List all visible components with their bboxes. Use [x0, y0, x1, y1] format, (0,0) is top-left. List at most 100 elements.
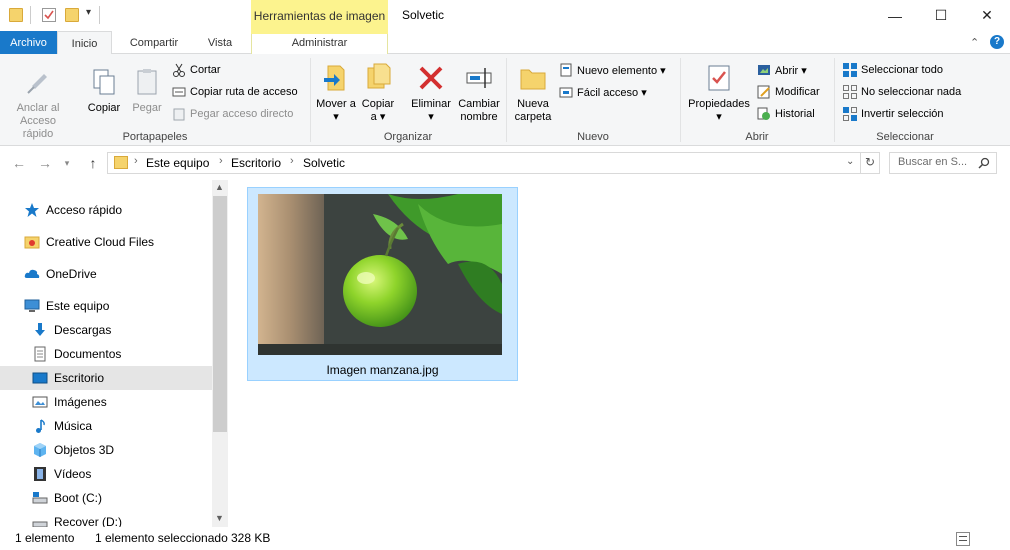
group-separator: [506, 58, 507, 142]
nav-item-objetos-3d[interactable]: Objetos 3D: [0, 438, 212, 462]
back-arrow-icon[interactable]: ←: [10, 154, 28, 172]
nav-item-label: Este equipo: [46, 299, 110, 313]
help-icon[interactable]: ?: [990, 35, 1004, 49]
address-dropdown-icon[interactable]: ⌄: [846, 156, 854, 167]
image-thumbnail[interactable]: [258, 194, 502, 355]
paste-shortcut-label: Pegar acceso directo: [190, 108, 294, 120]
minimize-button[interactable]: —: [872, 0, 918, 31]
group-separator: [310, 58, 311, 142]
properties-icon[interactable]: [42, 8, 56, 22]
search-icon[interactable]: [978, 157, 990, 169]
nav-item-onedrive[interactable]: OneDrive: [0, 262, 212, 286]
open-label: Abrir ▾: [775, 64, 807, 77]
tab-compartir[interactable]: Compartir: [112, 31, 196, 54]
copy-to-button[interactable]: Copiar a ▾: [358, 62, 398, 124]
collapse-ribbon-icon[interactable]: ⌃: [970, 36, 979, 49]
select-all-button[interactable]: Seleccionar todo: [843, 61, 943, 79]
nav-item-boot-c[interactable]: Boot (C:): [0, 486, 212, 510]
new-folder-button[interactable]: Nueva carpeta: [512, 62, 554, 124]
select-none-label: No seleccionar nada: [861, 86, 962, 98]
desktop-icon: [32, 370, 48, 386]
recent-locations-icon[interactable]: ▾: [58, 154, 76, 172]
copy-to-icon: [362, 62, 394, 94]
pin-quick-access-button[interactable]: Anclar al Acceso rápido: [6, 66, 70, 141]
nav-item-imagenes[interactable]: Imágenes: [0, 390, 212, 414]
invert-selection-button[interactable]: Invertir selección: [843, 105, 944, 123]
new-item-button[interactable]: Nuevo elemento ▾: [559, 61, 666, 79]
tab-archivo[interactable]: Archivo: [0, 31, 57, 54]
scroll-thumb[interactable]: [213, 196, 227, 432]
nav-item-descargas[interactable]: Descargas: [0, 318, 212, 342]
refresh-icon[interactable]: ↻: [865, 155, 875, 169]
new-item-label: Nuevo elemento ▾: [577, 64, 666, 77]
details-view-button[interactable]: [956, 532, 970, 546]
open-icon: [757, 63, 771, 77]
address-bar[interactable]: › Este equipo › Escritorio › Solvetic ⌄ …: [107, 152, 880, 174]
maximize-icon: ☐: [934, 7, 948, 23]
download-arrow-icon: [32, 322, 48, 338]
nav-item-videos[interactable]: Vídeos: [0, 462, 212, 486]
nav-item-label: OneDrive: [46, 267, 97, 281]
nav-item-label: Imágenes: [54, 395, 107, 409]
delete-label: Eliminar ▾: [411, 98, 451, 123]
move-to-label: Mover a ▾: [316, 98, 356, 123]
nav-item-musica[interactable]: Música: [0, 414, 212, 438]
properties-button[interactable]: Propiedades ▾: [684, 62, 754, 124]
new-folder-icon[interactable]: [65, 8, 79, 22]
rename-label: Cambiar nombre: [458, 98, 500, 123]
delete-button[interactable]: Eliminar ▾: [408, 62, 454, 124]
history-button[interactable]: Historial: [757, 105, 815, 123]
move-to-button[interactable]: Mover a ▾: [316, 62, 356, 124]
nav-item-documentos[interactable]: Documentos: [0, 342, 212, 366]
new-item-icon: [559, 63, 573, 77]
breadcrumb-solvetic[interactable]: Solvetic: [303, 156, 345, 170]
rename-button[interactable]: Cambiar nombre: [456, 62, 502, 124]
breadcrumb-separator: ›: [290, 155, 294, 167]
select-all-icon: [843, 63, 857, 77]
breadcrumb-separator: ›: [219, 155, 223, 167]
up-arrow-icon[interactable]: ↑: [84, 154, 102, 172]
nav-item-label: Recover (D:): [54, 515, 123, 527]
nav-item-recover-d[interactable]: Recover (D:): [0, 510, 212, 527]
copy-path-label: Copiar ruta de acceso: [190, 86, 298, 98]
copy-path-button[interactable]: Copiar ruta de acceso: [172, 83, 298, 101]
forward-arrow-icon[interactable]: →: [36, 154, 54, 172]
open-button[interactable]: Abrir ▾: [757, 61, 807, 79]
nav-item-label: Música: [54, 419, 93, 433]
group-label-nuevo: Nuevo: [577, 131, 609, 143]
nav-item-creative-cloud[interactable]: Creative Cloud Files: [0, 230, 212, 254]
nav-item-este-equipo[interactable]: Este equipo: [0, 294, 212, 318]
tab-administrar[interactable]: Administrar: [251, 31, 388, 54]
breadcrumb-escritorio[interactable]: Escritorio: [231, 156, 281, 170]
divider: [860, 153, 861, 173]
scroll-down-icon[interactable]: ▼: [215, 513, 224, 523]
ribbon-tabs: Archivo Inicio Compartir Vista Administr…: [0, 31, 1010, 55]
close-button[interactable]: ✕: [964, 0, 1010, 31]
pictures-icon: [32, 394, 48, 410]
new-folder-label: Nueva carpeta: [514, 98, 552, 123]
ribbon: Anclar al Acceso rápido Copiar Pegar Cor…: [0, 54, 1010, 146]
edit-label: Modificar: [775, 86, 820, 98]
maximize-button[interactable]: ☐: [918, 0, 964, 31]
music-note-icon: [32, 418, 48, 434]
easy-access-button[interactable]: Fácil acceso ▾: [559, 83, 647, 101]
chevron-down-icon[interactable]: ▾: [86, 7, 91, 18]
history-icon: [757, 107, 771, 121]
paste-shortcut-button[interactable]: Pegar acceso directo: [172, 105, 293, 123]
breadcrumb-este-equipo[interactable]: Este equipo: [146, 156, 209, 170]
tab-vista[interactable]: Vista: [196, 31, 244, 54]
nav-item-label: Acceso rápido: [46, 203, 123, 217]
scroll-up-icon[interactable]: ▲: [215, 182, 224, 192]
search-placeholder: Buscar en S...: [898, 156, 968, 168]
edit-button[interactable]: Modificar: [757, 83, 820, 101]
select-none-button[interactable]: No seleccionar nada: [843, 83, 961, 101]
search-input[interactable]: Buscar en S...: [889, 152, 997, 174]
nav-item-acceso-rapido[interactable]: Acceso rápido: [0, 198, 212, 222]
paste-button[interactable]: Pegar: [127, 66, 167, 115]
file-name-label[interactable]: Imagen manzana.jpg: [247, 363, 518, 377]
folder-icon[interactable]: [9, 8, 23, 22]
cut-button[interactable]: Cortar: [172, 61, 221, 79]
copy-button[interactable]: Copiar: [84, 66, 124, 115]
tab-inicio[interactable]: Inicio: [57, 31, 112, 55]
nav-item-escritorio[interactable]: Escritorio: [0, 366, 212, 390]
